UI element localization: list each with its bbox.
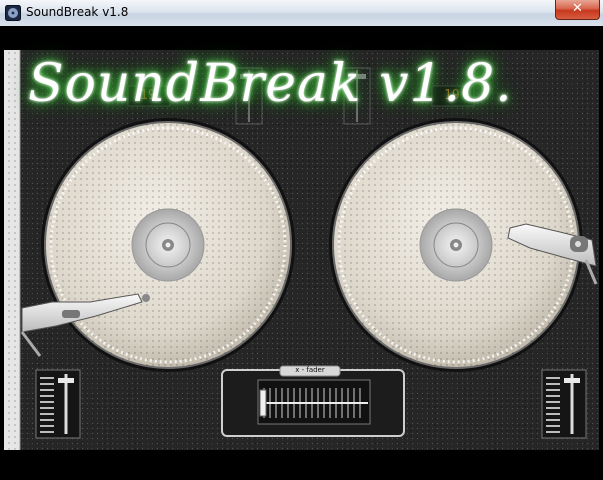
close-button[interactable]: ✕	[555, 0, 600, 20]
title-bar[interactable]: SoundBreak v1.8 ✕	[0, 0, 603, 27]
close-icon: ✕	[572, 1, 583, 16]
crossfader-label: x - fader	[295, 366, 325, 374]
right-level-meter	[541, 369, 587, 439]
crossfader-panel	[221, 365, 405, 437]
crossfader-knob[interactable]	[259, 389, 267, 417]
soundbreak-logo: SoundBreak v1.8.	[28, 54, 513, 114]
window-title: SoundBreak v1.8	[26, 5, 129, 19]
soundbreak-app-icon	[5, 5, 21, 21]
left-turntable[interactable]	[41, 118, 295, 372]
turntable-area: 19 19 SoundBreak v1.8. x - fader	[0, 26, 603, 480]
left-level-meter	[35, 369, 81, 439]
app-window: SoundBreak v1.8 ✕ 19 19 SoundBreak v1.8.…	[0, 0, 603, 480]
